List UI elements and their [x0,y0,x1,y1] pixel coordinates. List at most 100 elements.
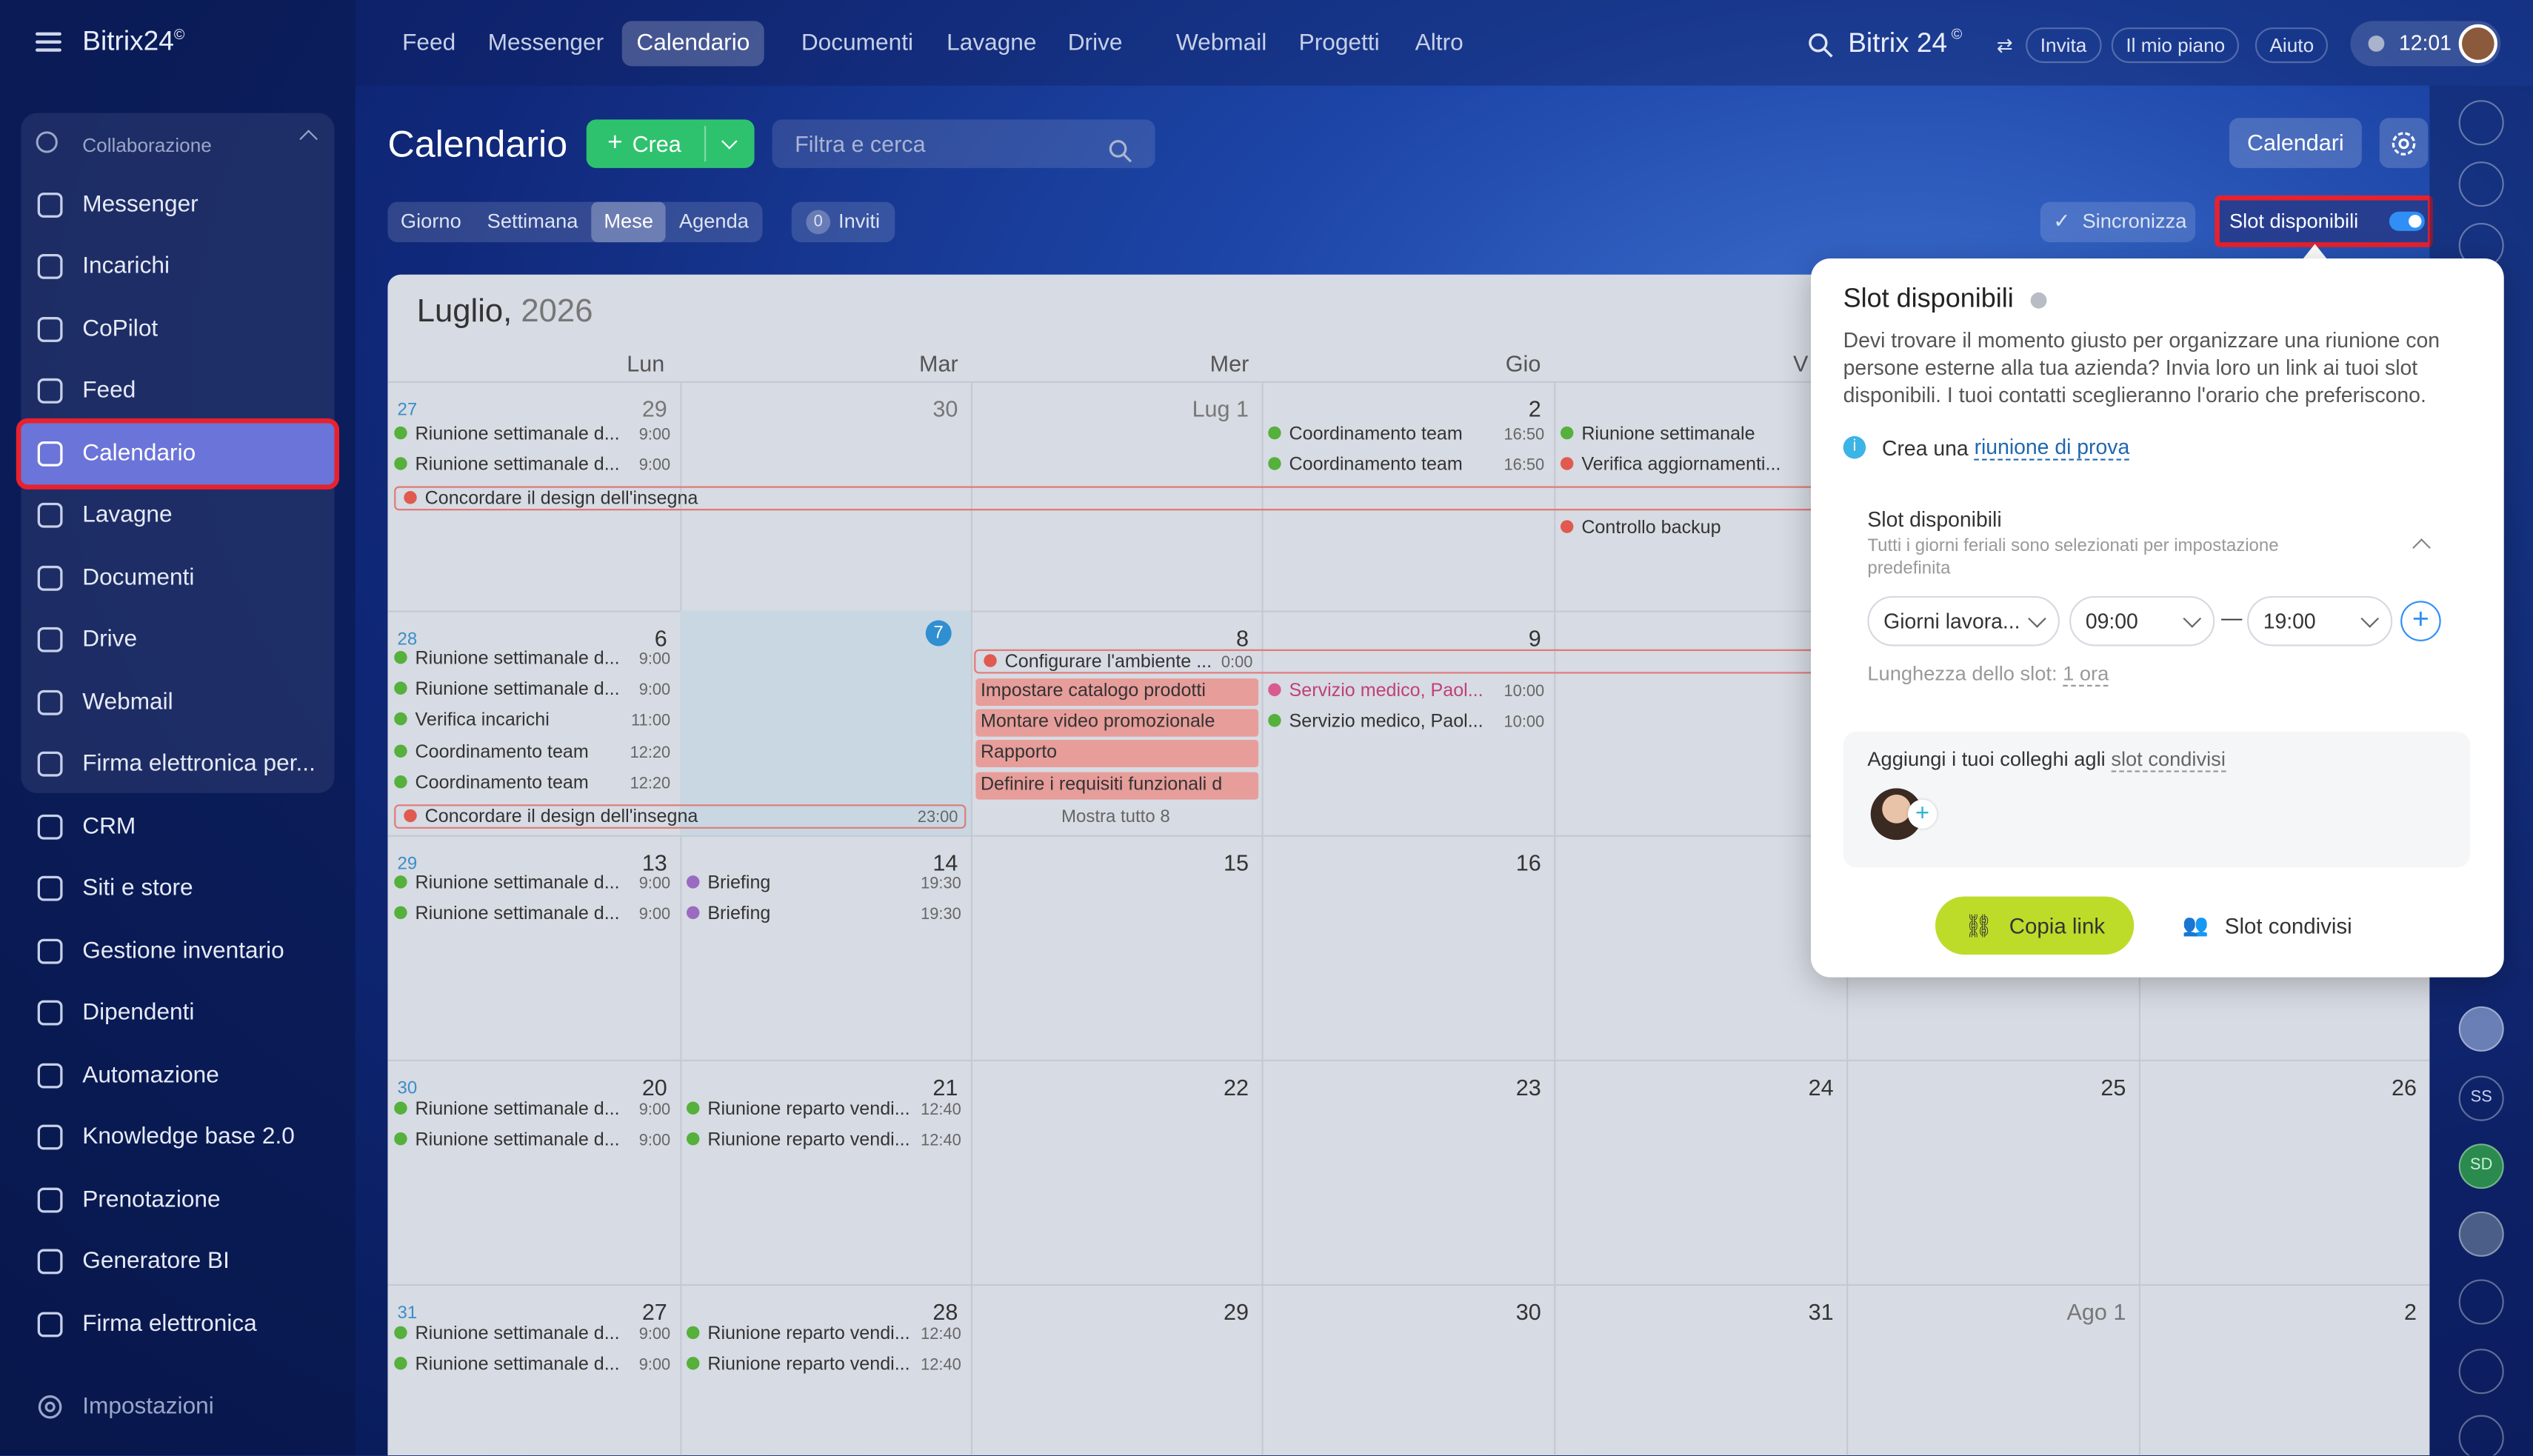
event-item[interactable]: Servizio medico, Paol... 10:00 [1268,709,1544,737]
collapse-section-icon[interactable] [2412,538,2431,557]
topnav-drive[interactable]: Drive [1053,21,1137,66]
sidebar-item-11[interactable]: Siti e store [21,858,334,919]
contact-avatar-2[interactable] [2458,1211,2504,1257]
invite-icon[interactable]: ⇄ [1997,34,2013,57]
available-slots-toggle[interactable]: Slot disponibili [2215,195,2433,247]
sidebar-item-0[interactable]: Messenger [21,175,334,236]
contact-avatar[interactable] [2458,1006,2504,1052]
event-item[interactable]: Coordinamento team 12:20 [394,739,670,767]
event-item[interactable]: Servizio medico, Paol... 10:00 [1268,678,1544,706]
sidebar-item-14[interactable]: Automazione [21,1045,334,1106]
user-avatar[interactable] [2458,24,2498,64]
search-icon[interactable] [1108,131,1132,179]
topnav-progetti[interactable]: Progetti [1284,21,1394,66]
tab-month[interactable]: Mese [590,201,667,243]
sync-button[interactable]: ✓ Sincronizza [2040,201,2196,243]
from-time-select[interactable]: 09:00 [2069,595,2215,647]
sidebar-item-1[interactable]: Incarichi [21,236,334,297]
event-item[interactable]: Riunione settimanale d... 9:00 [394,871,670,898]
sidebar-item-10[interactable]: CRM [21,796,334,858]
sidebar-item-2[interactable]: CoPilot [21,299,334,361]
sidebar-item-13[interactable]: Dipendenti [21,982,334,1043]
event-item[interactable]: Riunione settimanale d... 9:00 [394,1321,670,1349]
menu-icon[interactable] [35,32,61,52]
copilot-icon[interactable] [2458,161,2504,207]
sidebar-item-9[interactable]: Firma elettronica per... [21,733,334,795]
event-item[interactable]: Briefing 19:30 [686,871,961,898]
topnav-webmail[interactable]: Webmail [1161,21,1281,66]
search-input[interactable]: Filtra e cerca [772,119,1155,168]
bell-icon[interactable] [2458,100,2504,146]
topnav-lavagne[interactable]: Lavagne [932,21,1052,66]
topnav-messenger[interactable]: Messenger [473,21,618,66]
sidebar-item-17[interactable]: Generatore BI [21,1231,334,1292]
event-item[interactable]: Riunione settimanale11 [1560,421,1837,449]
sidebar-item-16[interactable]: Prenotazione [21,1169,334,1231]
shared-slots-link[interactable]: slot condivisi [2111,747,2226,772]
topnav-documenti[interactable]: Documenti [787,21,927,66]
invites-button[interactable]: 0 Inviti [791,201,895,243]
show-more-link[interactable]: Mostra tutto 8 [1061,808,1170,827]
rail-icon-2[interactable] [2458,1415,2504,1456]
sidebar-item-12[interactable]: Gestione inventario [21,921,334,982]
toggle-switch[interactable] [2389,211,2425,231]
rail-icon-1[interactable] [2458,1349,2504,1395]
topnav-calendario[interactable]: Calendario [621,21,764,67]
allday-event[interactable]: Concordare il design dell'insegna 23:00 [394,804,967,829]
to-time-select[interactable]: 19:00 [2246,595,2393,647]
event-item[interactable]: Riunione settimanale d... 9:00 [394,453,670,480]
sidebar-item-7[interactable]: Drive [21,609,334,670]
event-item[interactable]: Riunione settimanale d... 9:00 [394,1128,670,1155]
invite-button[interactable]: Invita [2026,27,2101,64]
calendars-button[interactable]: Calendari [2229,118,2362,168]
sidebar-item-4[interactable]: Calendario [21,423,335,485]
avatar-sd[interactable]: SD [2458,1143,2504,1189]
copy-link-button[interactable]: ⛓ Copia link [1935,896,2135,955]
chevron-down-icon[interactable] [721,133,738,150]
event-item[interactable]: Riunione reparto vendi... 12:40 [686,1097,961,1124]
event-item[interactable]: Controllo backup10 [1560,515,1837,543]
brand-logo[interactable]: Bitrix24© [82,26,184,59]
sidebar-item-5[interactable]: Lavagne [21,484,334,546]
event-item[interactable]: Riunione settimanale d... 9:00 [394,1352,670,1380]
slot-length-select[interactable]: 1 ora [2063,662,2109,687]
event-item[interactable]: Riunione settimanale d... 9:00 [394,1097,670,1124]
search-icon[interactable] [1808,33,1834,59]
event-item[interactable]: Definire i requisiti funzionali d [975,771,1259,799]
event-item[interactable]: Riunione reparto vendi... 12:40 [686,1128,961,1155]
sidebar-item-18[interactable]: Firma elettronica [21,1294,334,1355]
event-item[interactable]: Riunione settimanale d... 9:00 [394,646,670,673]
tab-day[interactable]: Giorno [387,202,474,243]
avatar-ss[interactable]: SS [2458,1075,2504,1121]
sidebar-group-title[interactable]: Collaborazione [34,129,325,159]
event-item[interactable]: Rapporto [975,740,1259,768]
event-item[interactable]: Coordinamento team 16:50 [1268,421,1544,449]
help-icon[interactable] [2030,291,2047,308]
tab-week[interactable]: Settimana [474,202,591,243]
event-item[interactable]: Coordinamento team 16:50 [1268,453,1544,480]
days-select[interactable]: Giorni lavora... [1867,595,2060,647]
add-slot-button[interactable]: + [2400,601,2441,641]
event-item[interactable]: Briefing 19:30 [686,901,961,929]
topnav-altro[interactable]: Altro [1401,21,1478,66]
clock-widget[interactable]: 12:01 [2350,21,2501,67]
sidebar-item-8[interactable]: Webmail [21,672,334,733]
settings-gear-button[interactable] [2379,118,2429,168]
sidebar-item-settings[interactable]: Impostazioni [21,1376,334,1437]
event-item[interactable]: Riunione settimanale d... 9:00 [394,677,670,704]
sidebar-item-3[interactable]: Feed [21,360,334,421]
help-button[interactable]: Aiuto [2255,27,2329,64]
add-colleague-button[interactable]: + [1907,799,1938,829]
event-item[interactable]: Riunione reparto vendi... 12:40 [686,1321,961,1349]
test-meeting-link[interactable]: riunione di prova [1974,435,2130,461]
create-button[interactable]: + Crea [586,119,755,168]
sidebar-item-6[interactable]: Documenti [21,547,334,609]
shared-slots-button[interactable]: 👥 Slot condivisi [2183,912,2352,938]
topnav-feed[interactable]: Feed [387,21,470,66]
event-item[interactable]: Riunione settimanale d... 9:00 [394,421,670,449]
calendar-rail-icon[interactable] [2458,1279,2504,1325]
event-item[interactable]: Verifica aggiornamenti...10 [1560,453,1837,480]
plan-button[interactable]: Il mio piano [2111,27,2240,64]
collapse-icon[interactable] [299,130,318,148]
event-item[interactable]: Riunione settimanale d... 9:00 [394,901,670,929]
